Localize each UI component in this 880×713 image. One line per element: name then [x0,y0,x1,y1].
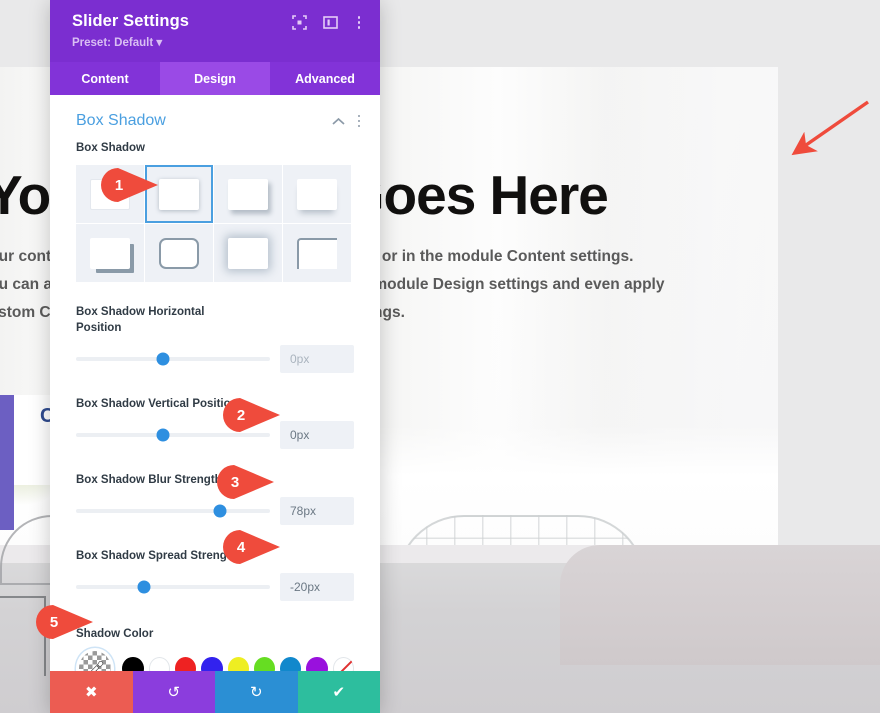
callout-number: 5 [49,613,59,631]
color-swatch-row [76,651,355,671]
callout-4: 4 [212,530,282,564]
blur-strength-value[interactable]: 78px [280,497,354,525]
redo-button[interactable]: ↻ [215,671,298,713]
horizontal-position-value[interactable]: 0px [280,345,354,373]
section-title: Box Shadow [76,112,166,129]
table-cloth [560,545,880,665]
undo-icon: ↺ [167,684,181,701]
callout-number: 3 [230,473,240,491]
slider-knob[interactable] [156,352,170,366]
close-button[interactable]: ✖ [50,671,133,713]
horizontal-position-field: Box Shadow Horizontal Position 0px [50,304,380,373]
tab-design[interactable]: Design [160,62,270,95]
callout-number: 1 [114,176,124,194]
more-options-icon[interactable] [354,16,365,29]
focus-icon[interactable] [291,15,307,30]
swatch-yellow[interactable] [227,657,249,671]
tab-content[interactable]: Content [50,62,160,95]
callout-2: 2 [212,398,282,432]
preset-hard-offset[interactable] [76,224,144,282]
layout-panel-icon[interactable] [322,15,338,30]
box-shadow-label: Box Shadow [76,142,146,154]
slider-knob[interactable] [137,580,151,594]
modal-header: Slider Settings Preset: Default ▾ [50,0,380,62]
callout-1: 1 [90,168,160,202]
preset-selector[interactable]: Preset: Default ▾ [72,35,189,49]
preset-corner-outline[interactable] [283,224,351,282]
modal-footer: ✖ ↺ ↻ ✔ [50,671,380,713]
check-icon: ✔ [332,684,346,701]
shadow-color-label: Shadow Color [76,628,154,640]
save-button[interactable]: ✔ [297,671,380,713]
blur-strength-slider[interactable] [76,504,270,518]
swatch-transparent[interactable] [332,657,355,671]
slider-knob[interactable] [156,428,170,442]
section-more-options-icon[interactable] [357,114,360,128]
vertical-position-slider[interactable] [76,428,270,442]
horizontal-position-label: Box Shadow Horizontal Position [76,306,205,334]
vertical-position-value[interactable]: 0px [280,421,354,449]
redo-icon: ↻ [249,684,263,701]
callout-number: 4 [236,538,246,556]
close-icon: ✖ [84,684,98,701]
swatch-blue[interactable] [201,657,223,671]
preset-glow[interactable] [214,224,282,282]
box-shadow-preset-field: Box Shadow [50,140,380,282]
slider-knob[interactable] [213,504,227,518]
swatch-red[interactable] [174,657,197,671]
modal-title: Slider Settings [72,12,190,30]
preset-offset-drop[interactable] [214,165,282,223]
preset-bottom-drop[interactable] [283,165,351,223]
screenshot-root: C Your Heading Goes Here Your content go… [0,0,880,713]
eyedropper-icon[interactable] [79,651,112,671]
horizontal-position-slider[interactable] [76,352,270,366]
preset-outline[interactable] [145,224,213,282]
chevron-up-icon[interactable] [331,114,345,129]
swatch-black[interactable] [122,657,144,671]
undo-button[interactable]: ↺ [132,671,215,713]
modal-tabs: Content Design Advanced [50,62,380,95]
shadow-color-field: Shadow Color [50,626,380,671]
slider-accent-bar [0,395,14,530]
callout-number: 2 [236,406,246,424]
spread-strength-slider[interactable] [76,580,270,594]
callout-3: 3 [206,465,276,499]
red-arrow-annotation [780,96,876,164]
swatch-cyan-blue[interactable] [280,657,302,671]
spread-strength-value[interactable]: -20px [280,573,354,601]
slider-settings-modal: Slider Settings Preset: Default ▾ Conten… [50,0,380,713]
swatch-green[interactable] [253,657,276,671]
box-shadow-section-header[interactable]: Box Shadow [50,95,380,140]
tab-advanced[interactable]: Advanced [270,62,380,95]
callout-5: 5 [25,605,95,639]
swatch-white[interactable] [148,657,170,671]
swatch-purple[interactable] [306,657,328,671]
